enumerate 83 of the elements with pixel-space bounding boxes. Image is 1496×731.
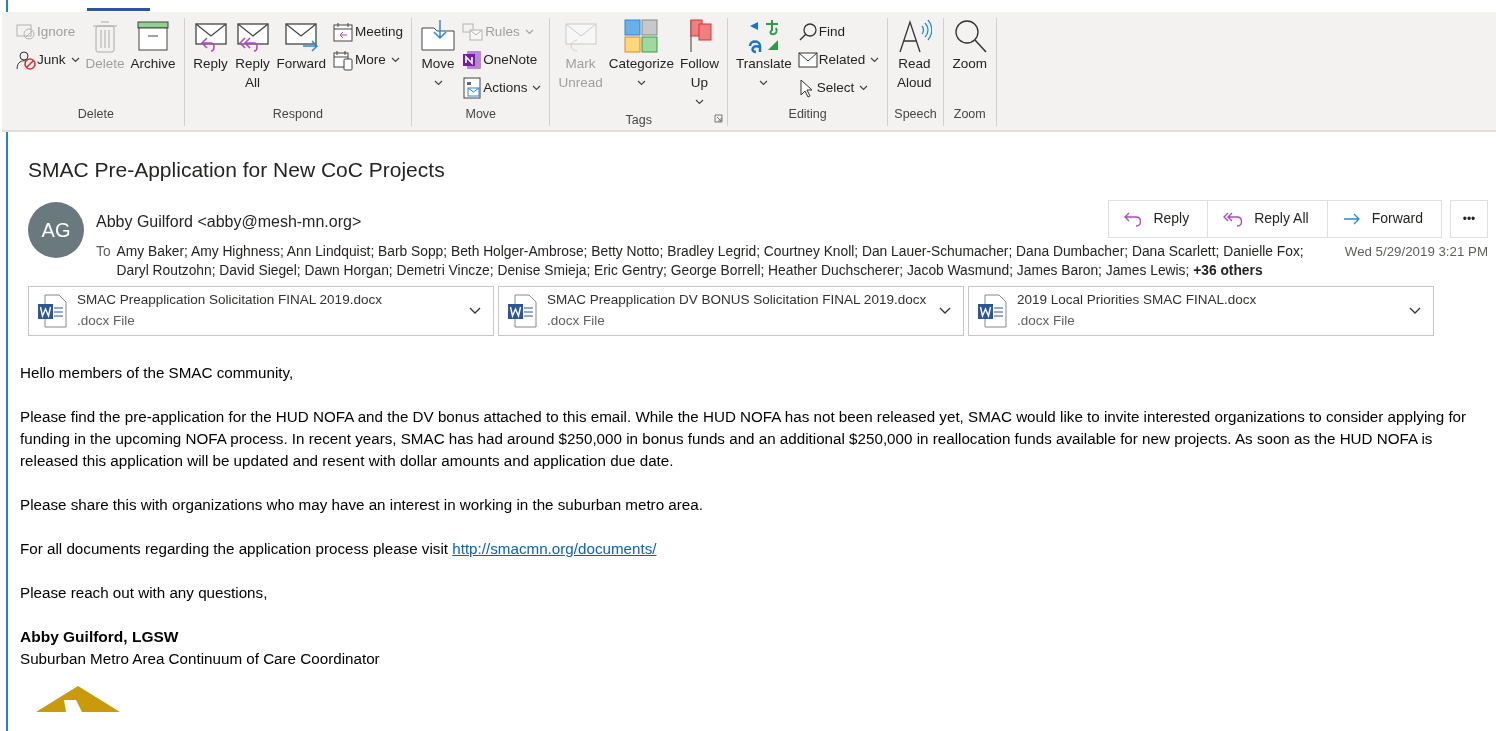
group-label: Tags bbox=[625, 113, 652, 127]
ribbon-button[interactable]: Follow Up bbox=[678, 18, 721, 111]
attachment-card[interactable]: SMAC Preapplication DV BONUS Solicitation FINAL 2019.docx .docx File bbox=[498, 285, 964, 336]
actions-icon bbox=[462, 77, 483, 99]
attachment-type: .docx File bbox=[77, 311, 136, 330]
ribbon-button[interactable]: Reply All bbox=[232, 18, 273, 92]
envelope-icon bbox=[797, 51, 818, 69]
chevron-down-icon bbox=[759, 80, 769, 87]
search-icon bbox=[797, 22, 818, 42]
ribbon-button[interactable]: Select bbox=[795, 76, 882, 100]
word-document-icon bbox=[977, 293, 1007, 328]
archive-icon bbox=[135, 18, 172, 54]
ribbon-button[interactable]: Zoom bbox=[949, 18, 990, 73]
ribbon-button[interactable]: Move bbox=[418, 18, 459, 92]
group-label: Speech bbox=[894, 107, 937, 122]
reply-all-icon bbox=[1222, 210, 1245, 227]
attachment-name: SMAC Preapplication Solicitation FINAL 2019.docx bbox=[77, 291, 383, 310]
chevron-down-icon[interactable] bbox=[939, 307, 951, 316]
chevron-down-icon[interactable] bbox=[469, 307, 481, 316]
group-label: Delete bbox=[77, 107, 114, 122]
reply-icon bbox=[1123, 210, 1144, 227]
attachment-name: SMAC Preapplication DV BONUS Solicitation FINAL 2019.docx bbox=[547, 291, 928, 310]
chevron-down-icon bbox=[695, 99, 704, 106]
sent-date: Wed 5/29/2019 3:21 PM bbox=[1344, 242, 1488, 261]
more-options-button[interactable]: ••• bbox=[1450, 199, 1488, 238]
attachment-type: .docx File bbox=[547, 311, 606, 330]
attachment-name: 2019 Local Priorities SMAC FINAL.docx bbox=[1017, 291, 1258, 310]
attachment-card[interactable]: 2019 Local Priorities SMAC FINAL.docx .docx File bbox=[968, 285, 1434, 336]
chevron-down-icon bbox=[390, 57, 400, 64]
ribbon-button[interactable]: Archive bbox=[128, 18, 178, 73]
chevron-down-icon bbox=[859, 85, 869, 92]
ribbon-button[interactable]: Translate bbox=[734, 18, 794, 92]
word-document-icon bbox=[507, 293, 537, 328]
body-paragraph: Please share this with organizations who may have an interest in working in the suburban metro area. bbox=[20, 494, 704, 515]
dialog-launcher-icon[interactable] bbox=[714, 114, 723, 124]
meeting-icon bbox=[332, 21, 355, 43]
body-paragraph: For all documents regarding the application process please visit http://smacmn.org/documents/ bbox=[20, 538, 658, 559]
onenote-icon bbox=[462, 50, 483, 70]
group-label: Editing bbox=[788, 107, 827, 122]
calendar-phone-icon bbox=[332, 49, 355, 71]
ribbon-button[interactable]: Meeting bbox=[330, 20, 406, 44]
folder-arrow-icon bbox=[420, 18, 457, 54]
group-label: Respond bbox=[272, 107, 323, 122]
ribbon-button[interactable]: Related bbox=[795, 48, 882, 72]
chevron-down-icon bbox=[532, 85, 542, 92]
chevron-down-icon bbox=[70, 57, 80, 64]
rules-icon bbox=[462, 22, 485, 42]
ribbon-button[interactable]: Read Aloud bbox=[894, 18, 935, 92]
ribbon-button[interactable]: Junk bbox=[14, 48, 82, 72]
body-paragraph: Please find the pre-application for the HUD NOFA and the DV bonus attached to this email. While the HUD NOFA has not been released yet, SMAC would like to invite interested organizations to consider applying for funding in the upcoming NOFA process. In recent years, SMAC has had around $250,000 in bonus funds and an additional $250,000 in reallocation funds available for new projects. As soon as the HUD NOFA is released this application will be updated and resent with dollar amounts and application due date. bbox=[20, 406, 1468, 471]
sender-name: Abby Guilford <abby@mesh-mn.org> bbox=[96, 211, 362, 232]
ribbon-button[interactable]: Categorize bbox=[606, 18, 676, 92]
recipient-list: Amy Baker; Amy Highness; Ann Lindquist; Barb Sopp; Beth Holger-Ambrose; Betty Notto; Bradley Legrid; Courtney Knoll; Dan Lauer-Schumacher; Dana Dumbacher; Dana Scarlett; Danielle Fox; Daryl Routzohn; David Siegel; Dawn Horgan; Demetri Vincze; Denise Smieja; Eric Gentry; George Borrell; Heather Duchscherer; Jacob Wasmund; James Baron; James Lewis; +36 others bbox=[116, 241, 1339, 280]
ignore-icon bbox=[16, 23, 36, 41]
chevron-down-icon[interactable] bbox=[1409, 307, 1421, 316]
avatar: AG bbox=[28, 201, 84, 258]
email-subject: SMAC Pre-Application for New CoC Projects bbox=[28, 157, 446, 183]
body-paragraph: Hello members of the SMAC community, bbox=[20, 362, 295, 383]
chevron-down-icon bbox=[433, 80, 443, 87]
to-label: To bbox=[96, 242, 111, 261]
body-paragraph: Please reach out with any questions, bbox=[20, 582, 269, 603]
link[interactable]: http://smacmn.org/documents/ bbox=[452, 539, 657, 557]
signature-name: Abby Guilford, LGSW bbox=[20, 626, 180, 647]
ribbon-button[interactable]: Actions bbox=[460, 76, 544, 100]
chevron-down-icon bbox=[636, 80, 646, 87]
junk-icon bbox=[16, 50, 36, 70]
chevron-down-icon bbox=[524, 29, 534, 36]
attachment-type: .docx File bbox=[1017, 311, 1076, 330]
ribbon-button[interactable]: Reply bbox=[190, 18, 231, 73]
ribbon-button[interactable]: OneNote bbox=[460, 48, 544, 72]
attachment-card[interactable]: SMAC Preapplication Solicitation FINAL 2019.docx .docx File bbox=[28, 285, 494, 336]
house-logo-icon bbox=[36, 685, 120, 712]
word-document-icon bbox=[37, 293, 67, 328]
ribbon-button[interactable]: Find bbox=[795, 20, 882, 44]
signature-title: Suburban Metro Area Continuum of Care Coordinator bbox=[20, 648, 381, 669]
group-label: Zoom bbox=[953, 107, 986, 122]
ribbon-button[interactable]: More bbox=[330, 48, 406, 72]
active-tab-indicator bbox=[87, 8, 150, 11]
ribbon-button[interactable]: Forward bbox=[274, 18, 329, 73]
categorize-icon bbox=[623, 18, 660, 54]
read-aloud-icon bbox=[896, 18, 933, 54]
group-label: Move bbox=[465, 107, 497, 122]
chevron-down-icon bbox=[870, 57, 880, 64]
